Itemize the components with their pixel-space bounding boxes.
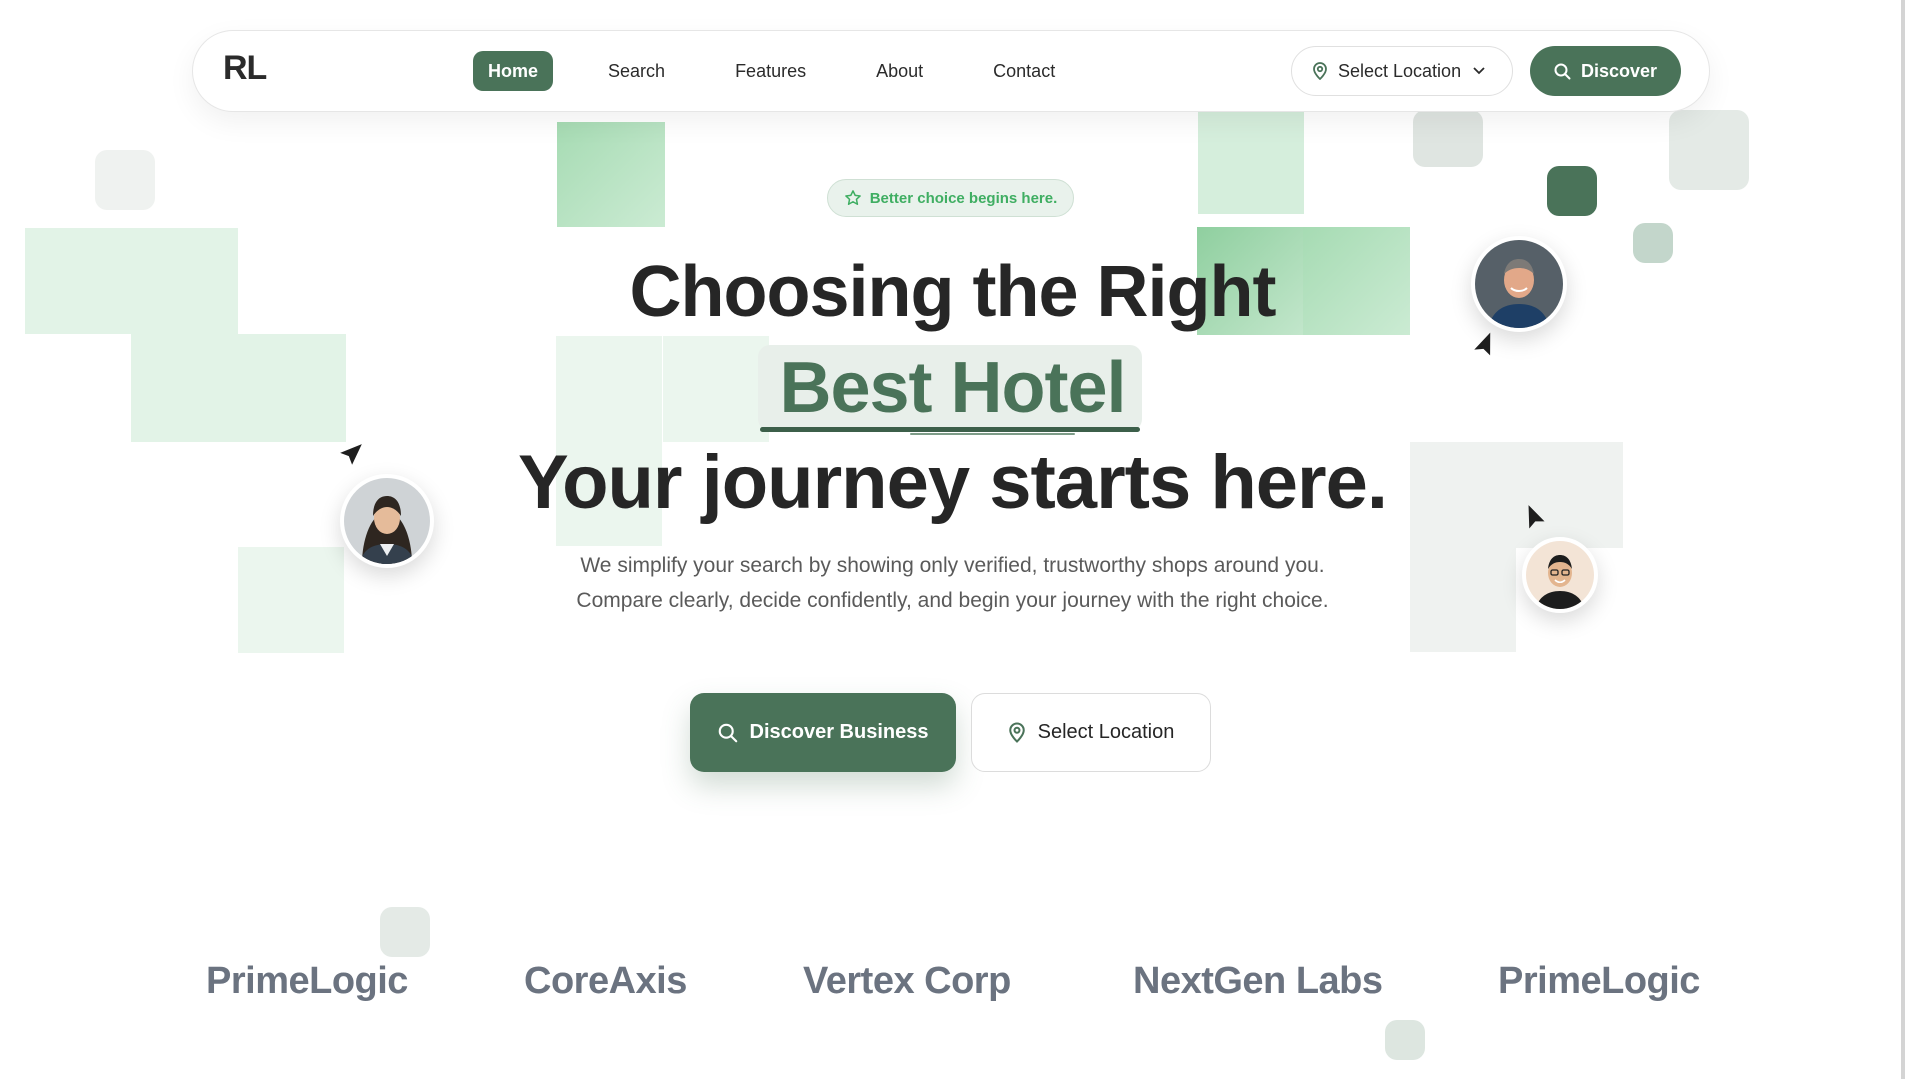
star-icon [844, 190, 861, 205]
headline-line-3: Your journey starts here. [518, 440, 1388, 525]
tagline-badge-text: Better choice begins here. [869, 189, 1058, 207]
deco-square [1198, 110, 1304, 214]
map-pin-icon [1008, 722, 1025, 743]
discover-business-button[interactable]: Discover Business [690, 693, 956, 772]
headline-highlight: Best Hotel [779, 348, 1126, 428]
deco-square [1410, 548, 1516, 652]
search-icon [718, 723, 737, 742]
map-pin-icon [1312, 62, 1328, 80]
avatar-woman [340, 474, 434, 568]
brand-logo[interactable]: RL [223, 49, 267, 88]
location-select-label: Select Location [1338, 60, 1462, 81]
deco-square [557, 122, 665, 227]
deco-square [1413, 110, 1483, 167]
cursor-arrow-icon [340, 444, 362, 465]
deco-square [380, 907, 430, 957]
headline-line-1: Choosing the Right [629, 252, 1277, 332]
deco-square [95, 150, 155, 210]
discover-button[interactable]: Discover [1530, 46, 1681, 96]
nav-links: Home Search Features About Contact [473, 51, 1110, 91]
top-navbar: RL Home Search Features About Contact Se… [192, 30, 1710, 112]
nav-link-home[interactable]: Home [473, 51, 554, 91]
deco-square [1547, 166, 1597, 216]
deco-square [1669, 110, 1749, 190]
brand-logo-primelogic-2: PrimeLogic [1498, 960, 1700, 1002]
hero-description: We simplify your search by showing only … [576, 554, 1329, 612]
nav-link-about[interactable]: About [861, 51, 938, 91]
search-icon [1554, 63, 1571, 79]
brand-logo-coreaxis: CoreAxis [524, 960, 687, 1002]
nav-link-search[interactable]: Search [593, 51, 680, 91]
scrollbar[interactable] [1901, 0, 1905, 1079]
location-select[interactable]: Select Location [1291, 46, 1513, 96]
chevron-down-icon [1473, 67, 1485, 75]
nav-link-contact[interactable]: Contact [978, 51, 1070, 91]
brand-logo-nextgen-labs: NextGen Labs [1133, 960, 1383, 1002]
deco-square [1385, 1020, 1425, 1060]
headline-underline [760, 427, 1140, 432]
deco-square [238, 547, 344, 653]
nav-link-features[interactable]: Features [720, 51, 821, 91]
brand-logo-primelogic: PrimeLogic [206, 960, 408, 1002]
select-location-label: Select Location [1037, 721, 1175, 743]
brand-logo-vertex-corp: Vertex Corp [803, 960, 1011, 1002]
headline-underline-accent [910, 433, 1075, 435]
select-location-button[interactable]: Select Location [971, 693, 1211, 772]
discover-button-label: Discover [1580, 60, 1658, 81]
tagline-badge: Better choice begins here. [827, 179, 1074, 217]
avatar-man-grey [1471, 236, 1567, 332]
avatar-man-glasses [1522, 537, 1598, 613]
discover-business-label: Discover Business [749, 721, 929, 743]
